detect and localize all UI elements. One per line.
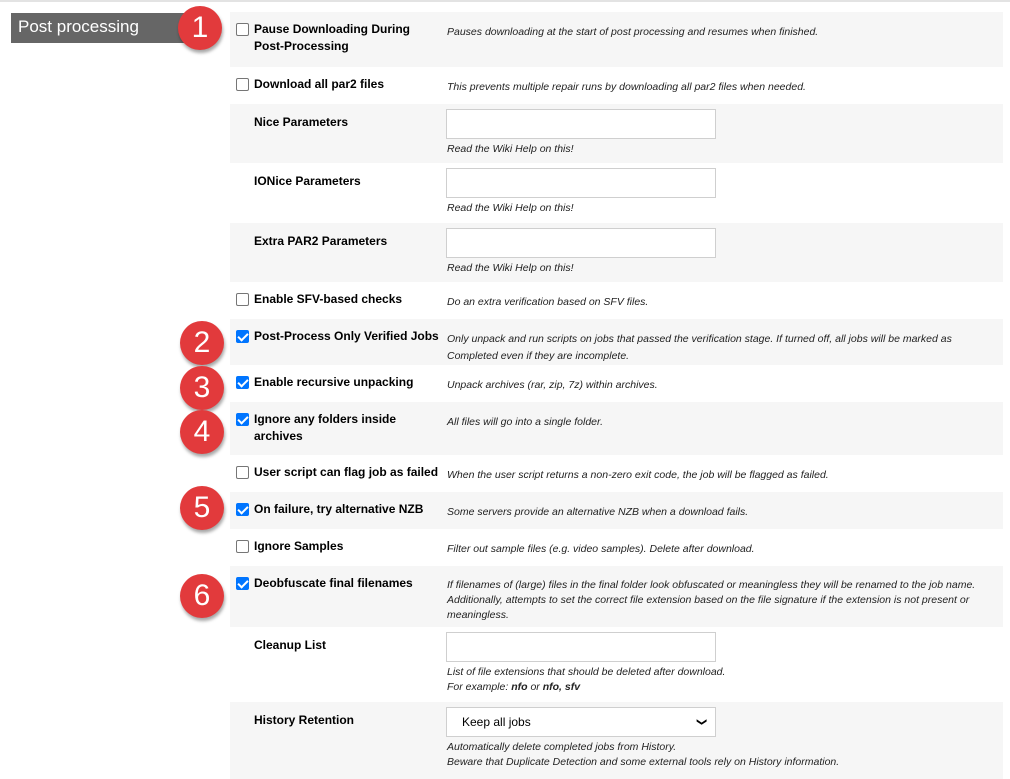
setting-post-process-only-verified: Post-Process Only Verified Jobs Only unp… [230,319,1003,365]
select-value: Keep all jobs [462,715,531,729]
setting-description: Do an extra verification based on SFV fi… [447,296,649,308]
setting-help: Automatically delete completed jobs from… [447,740,997,770]
extra-par2-parameters-input[interactable] [446,228,716,258]
setting-alternative-nzb: On failure, try alternative NZB Some ser… [230,492,1003,529]
setting-help: Read the Wiki Help on this! [447,262,574,274]
setting-description: Only unpack and run scripts on jobs that… [447,333,952,362]
setting-label: Enable recursive unpacking [254,375,414,389]
setting-history-retention: History Retention Keep all jobs ❯ Automa… [230,702,1003,779]
annotation-badge-1: 1 [178,6,222,50]
annotation-badge-4: 4 [180,410,224,454]
user-script-flag-failed-checkbox[interactable] [236,466,249,479]
setting-user-script-flag-failed: User script can flag job as failed When … [230,455,1003,492]
setting-label: Extra PAR2 Parameters [254,234,388,248]
annotation-badge-2: 2 [180,321,224,365]
setting-label: Post-Process Only Verified Jobs [254,329,439,343]
chevron-down-icon: ❯ [695,717,707,727]
setting-label: History Retention [254,713,355,727]
setting-label: IONice Parameters [254,174,361,188]
setting-description: This prevents multiple repair runs by do… [447,81,806,93]
download-all-par2-checkbox[interactable] [236,78,249,91]
setting-label: User script can flag job as failed [254,465,439,479]
setting-description: If filenames of (large) files in the fin… [447,579,976,621]
cleanup-list-input[interactable] [446,632,716,662]
nice-parameters-input[interactable] [446,109,716,139]
help-line: Beware that Duplicate Detection and some… [447,756,840,768]
setting-label: Cleanup List [254,638,327,652]
setting-label: On failure, try alternative NZB [254,502,424,516]
help-example-1: nfo [511,681,528,693]
setting-ionice-parameters: IONice Parameters Read the Wiki Help on … [230,163,1003,223]
setting-description: Some servers provide an alternative NZB … [447,506,749,518]
setting-help: Read the Wiki Help on this! [447,143,574,155]
ionice-parameters-input[interactable] [446,168,716,198]
setting-description: Unpack archives (rar, zip, 7z) within ar… [447,379,658,391]
alternative-nzb-checkbox[interactable] [236,503,249,516]
help-example-prefix: For example: [447,681,512,693]
setting-help: Read the Wiki Help on this! [447,202,574,214]
setting-label: Download all par2 files [254,77,385,91]
setting-label: Deobfuscate final filenames [254,576,413,590]
setting-label: Ignore Samples [254,539,344,553]
setting-description: When the user script returns a non-zero … [447,469,829,481]
sfv-checks-checkbox[interactable] [236,293,249,306]
help-example-2: nfo, sfv [542,681,581,693]
setting-label: Pause Downloading During Post-Processing [254,22,411,53]
setting-description: Filter out sample files (e.g. video samp… [447,543,755,555]
help-line: List of file extensions that should be d… [447,666,726,678]
annotation-badge-5: 5 [180,486,224,530]
setting-help: List of file extensions that should be d… [447,665,997,695]
setting-recursive-unpacking: Enable recursive unpacking Unpack archiv… [230,365,1003,402]
setting-download-all-par2: Download all par2 files This prevents mu… [230,67,1003,104]
history-retention-select[interactable]: Keep all jobs ❯ [446,707,716,737]
setting-ignore-folders: Ignore any folders inside archives All f… [230,402,1003,455]
setting-label: Ignore any folders inside archives [254,412,397,443]
pause-downloading-checkbox[interactable] [236,23,249,36]
setting-deobfuscate-filenames: Deobfuscate final filenames If filenames… [230,566,1003,627]
annotation-badge-6: 6 [180,574,224,618]
setting-label: Nice Parameters [254,115,349,129]
setting-nice-parameters: Nice Parameters Read the Wiki Help on th… [230,104,1003,163]
section-header-post-processing: Post processing [11,13,191,43]
setting-description: Pauses downloading at the start of post … [447,26,819,38]
help-example-or: or [527,681,543,693]
recursive-unpacking-checkbox[interactable] [236,376,249,389]
setting-description: All files will go into a single folder. [447,416,604,428]
help-line: Automatically delete completed jobs from… [447,741,677,753]
settings-list: Pause Downloading During Post-Processing… [230,12,1003,779]
post-process-only-verified-checkbox[interactable] [236,330,249,343]
setting-ignore-samples: Ignore Samples Filter out sample files (… [230,529,1003,566]
annotation-badge-3: 3 [180,366,224,410]
ignore-folders-checkbox[interactable] [236,413,249,426]
setting-label: Enable SFV-based checks [254,292,403,306]
setting-extra-par2-parameters: Extra PAR2 Parameters Read the Wiki Help… [230,223,1003,282]
setting-sfv-checks: Enable SFV-based checks Do an extra veri… [230,282,1003,319]
ignore-samples-checkbox[interactable] [236,540,249,553]
setting-pause-downloading: Pause Downloading During Post-Processing… [230,12,1003,67]
deobfuscate-filenames-checkbox[interactable] [236,577,249,590]
setting-cleanup-list: Cleanup List List of file extensions tha… [230,627,1003,702]
